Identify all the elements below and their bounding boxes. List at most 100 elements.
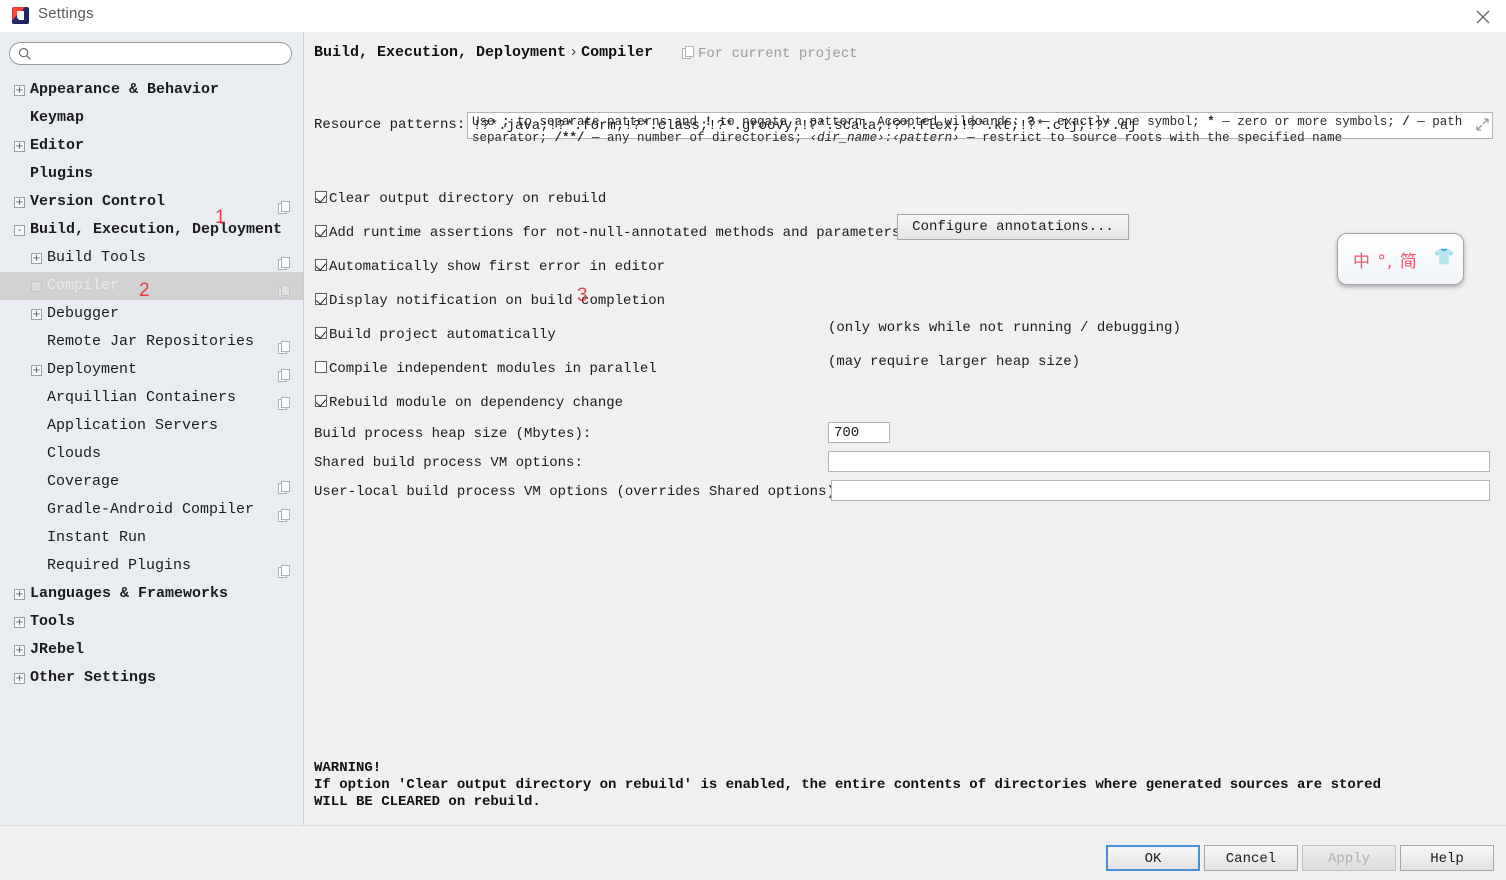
sidebar-item-build-tools[interactable]: + Build Tools [0, 244, 303, 272]
sidebar-item-application-servers[interactable]: Application Servers [0, 412, 303, 440]
expand-icon[interactable]: + [14, 617, 25, 628]
sidebar-item-keymap[interactable]: Keymap [0, 104, 303, 132]
configure-annotations-button[interactable]: Configure annotations... [897, 214, 1129, 240]
dialog-button-bar: OK Cancel Apply Help [0, 825, 1506, 880]
help-button[interactable]: Help [1400, 845, 1494, 871]
sidebar-item-label: Compiler [47, 277, 120, 294]
hint-seg: * [1207, 115, 1215, 129]
field-input[interactable] [828, 451, 1490, 472]
sidebar-item-label: Coverage [47, 473, 120, 490]
hint-seg: ! [704, 115, 720, 129]
sidebar-item-build-execution-deployment[interactable]: - Build, Execution, Deployment [0, 216, 303, 244]
sidebar-item-instant-run[interactable]: Instant Run [0, 524, 303, 552]
checkbox-row-add-runtime-assertions-for-not-null-annotated-methods-and-parameters[interactable]: Add runtime assertions for not-null-anno… [315, 223, 900, 241]
ime-mode-label[interactable]: 中 [1353, 252, 1371, 272]
checkbox-label: Clear output directory on rebuild [329, 191, 607, 207]
checkbox-checked-icon[interactable] [315, 191, 327, 203]
scope-icon [278, 560, 291, 578]
settings-dialog: Settings + Appearance & Behavior Keymap + Ed… [0, 0, 1506, 880]
sidebar-item-label: Required Plugins [47, 557, 192, 574]
sidebar-item-arquillian-containers[interactable]: Arquillian Containers [0, 384, 303, 412]
checkbox-row-display-notification-on-build-completion[interactable]: Display notification on build completion [315, 291, 665, 309]
sidebar-item-editor[interactable]: + Editor [0, 132, 303, 160]
hint-seg: ? [1027, 115, 1035, 129]
intellij-idea-icon [12, 7, 29, 24]
hint-seg: to negate a pattern. Accepted wildcards: [719, 115, 1028, 129]
sidebar-item-label: Other Settings [30, 669, 157, 686]
sidebar-item-other-settings[interactable]: + Other Settings [0, 664, 303, 692]
checkbox-checked-icon[interactable] [315, 327, 327, 339]
expand-icon[interactable]: + [14, 673, 25, 684]
sidebar-item-required-plugins[interactable]: Required Plugins [0, 552, 303, 580]
field-input[interactable] [831, 480, 1490, 501]
scope-icon [278, 280, 291, 298]
sidebar-item-label: Application Servers [47, 417, 219, 434]
annotation-marker-1: 1 [215, 207, 226, 228]
expand-icon[interactable]: + [14, 589, 25, 600]
scope-icon [278, 504, 291, 522]
sidebar-item-label: Languages & Frameworks [30, 585, 229, 602]
hint-seg: — exactly one symbol; [1034, 115, 1208, 129]
sidebar-item-debugger[interactable]: + Debugger [0, 300, 303, 328]
expand-icon[interactable]: + [31, 309, 42, 320]
sidebar-item-coverage[interactable]: Coverage [0, 468, 303, 496]
expand-icon[interactable]: + [14, 645, 25, 656]
checkbox-label: Build project automatically [329, 327, 556, 343]
sidebar-item-languages-frameworks[interactable]: + Languages & Frameworks [0, 580, 303, 608]
sidebar-item-clouds[interactable]: Clouds [0, 440, 303, 468]
sidebar-item-compiler[interactable]: + Compiler [0, 272, 303, 300]
checkbox-row-build-project-automatically[interactable]: Build project automatically [315, 325, 556, 343]
search-input[interactable] [38, 43, 290, 66]
checkbox-row-clear-output-directory-on-rebuild[interactable]: Clear output directory on rebuild [315, 189, 606, 207]
checkbox-unchecked-icon[interactable] [315, 361, 327, 373]
sidebar-item-label: Build, Execution, Deployment [30, 221, 283, 238]
hint-seg: ‹dir_name›:‹pattern› [809, 131, 960, 145]
expand-icon[interactable]: + [31, 253, 42, 264]
sidebar-item-deployment[interactable]: + Deployment [0, 356, 303, 384]
sidebar-item-tools[interactable]: + Tools [0, 608, 303, 636]
scope-icon [278, 476, 291, 494]
sidebar-item-version-control[interactable]: + Version Control [0, 188, 303, 216]
ime-status-widget[interactable]: 中 °, 简 👕 [1337, 233, 1464, 285]
hint-seg: /**/ [554, 131, 585, 145]
checkbox-checked-icon[interactable] [315, 225, 327, 237]
sidebar-item-label: Tools [30, 613, 76, 630]
checkbox-row-compile-independent-modules-in-parallel[interactable]: Compile independent modules in parallel [315, 359, 657, 377]
checkbox-checked-icon[interactable] [315, 395, 327, 407]
scope-icon [278, 336, 291, 354]
sidebar-item-appearance-behavior[interactable]: + Appearance & Behavior [0, 76, 303, 104]
sidebar-item-plugins[interactable]: Plugins [0, 160, 303, 188]
hint-seg: separator; [472, 131, 555, 145]
expand-icon[interactable]: + [14, 85, 25, 96]
sidebar-item-label: Deployment [47, 361, 138, 378]
project-scope-note: For current project [682, 46, 858, 64]
collapse-icon[interactable]: - [14, 225, 25, 236]
sidebar-item-gradle-android-compiler[interactable]: Gradle-Android Compiler [0, 496, 303, 524]
warning-title: WARNING! [314, 760, 382, 776]
checkbox-checked-icon[interactable] [315, 293, 327, 305]
hint-seg: — path [1409, 115, 1463, 129]
expand-icon[interactable]: + [31, 365, 42, 376]
sidebar-item-remote-jar-repositories[interactable]: Remote Jar Repositories [0, 328, 303, 356]
ime-punctuation-label[interactable]: °, [1377, 252, 1393, 272]
expand-icon[interactable] [1476, 118, 1489, 136]
sidebar-item-label: Build Tools [47, 249, 147, 266]
sidebar-item-jrebel[interactable]: + JRebel [0, 636, 303, 664]
ok-button[interactable]: OK [1106, 845, 1200, 871]
expand-icon[interactable]: + [31, 281, 42, 292]
checkbox-row-rebuild-module-on-dependency-change[interactable]: Rebuild module on dependency change [315, 393, 623, 411]
ime-script-label[interactable]: 简 [1400, 252, 1418, 272]
expand-icon[interactable]: + [14, 197, 25, 208]
search-icon [18, 47, 32, 66]
close-icon[interactable] [1460, 0, 1506, 32]
shirt-icon[interactable]: 👕 [1434, 247, 1454, 267]
checkbox-checked-icon[interactable] [315, 259, 327, 271]
cancel-button[interactable]: Cancel [1204, 845, 1298, 871]
expand-icon[interactable]: + [14, 141, 25, 152]
checkbox-label: Rebuild module on dependency change [329, 395, 624, 411]
checkbox-row-automatically-show-first-error-in-editor[interactable]: Automatically show first error in editor [315, 257, 665, 275]
search-box[interactable] [9, 42, 292, 66]
breadcrumb-parent[interactable]: Build, Execution, Deployment [314, 44, 566, 61]
window-title: Settings [38, 5, 94, 22]
field-input[interactable] [828, 422, 890, 443]
